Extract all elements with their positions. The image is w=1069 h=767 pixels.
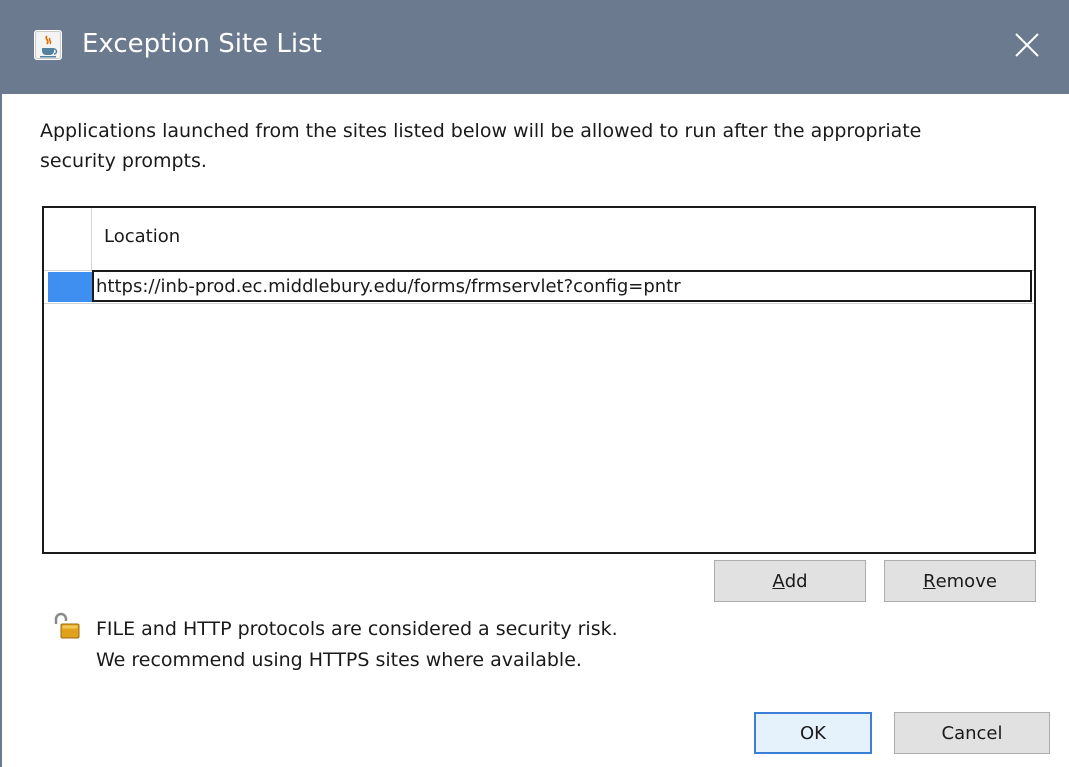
location-cell-editor[interactable]: [92, 270, 1032, 302]
window-title: Exception Site List: [82, 29, 322, 59]
title-bar[interactable]: Exception Site List: [0, 0, 1069, 94]
intro-text: Applications launched from the sites lis…: [40, 120, 922, 172]
remove-label-rest: emove: [935, 570, 997, 592]
row-divider: [44, 303, 1034, 304]
column-header-location[interactable]: Location: [104, 226, 180, 247]
add-button[interactable]: Add: [714, 560, 866, 602]
java-cup-icon: [34, 30, 62, 60]
exception-site-list-dialog: Exception Site List Applications launche…: [0, 0, 1069, 767]
row-selection-marker[interactable]: [48, 272, 92, 302]
warning-line-2: We recommend using HTTPS sites where ava…: [96, 649, 582, 671]
site-list-table[interactable]: Location: [42, 206, 1036, 554]
ok-button[interactable]: OK: [754, 712, 872, 754]
close-button[interactable]: [1000, 18, 1054, 72]
close-icon: [1015, 33, 1039, 57]
add-label-rest: dd: [784, 570, 808, 592]
window-border: [0, 94, 2, 767]
add-mnemonic: A: [772, 570, 785, 592]
warning-line-1: FILE and HTTP protocols are considered a…: [96, 618, 618, 640]
remove-mnemonic: R: [923, 570, 936, 592]
remove-button[interactable]: Remove: [884, 560, 1036, 602]
security-warning: FILE and HTTP protocols are considered a…: [96, 614, 618, 676]
cancel-button[interactable]: Cancel: [894, 712, 1050, 754]
table-header: Location: [44, 208, 1034, 271]
unlocked-padlock-icon: [52, 612, 82, 640]
row-header-column: [44, 208, 92, 270]
